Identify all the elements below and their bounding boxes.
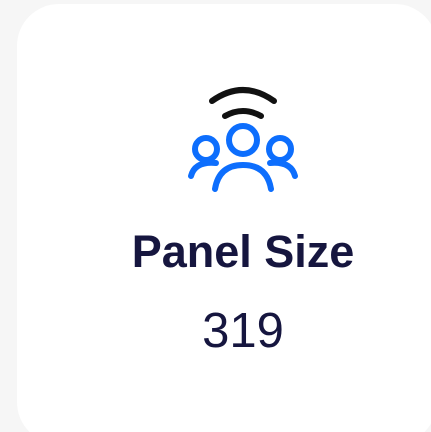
- people-broadcast-icon: [181, 82, 305, 200]
- metric-value: 319: [202, 304, 284, 358]
- metric-card: Panel Size 319: [17, 4, 431, 432]
- metric-title: Panel Size: [131, 226, 355, 277]
